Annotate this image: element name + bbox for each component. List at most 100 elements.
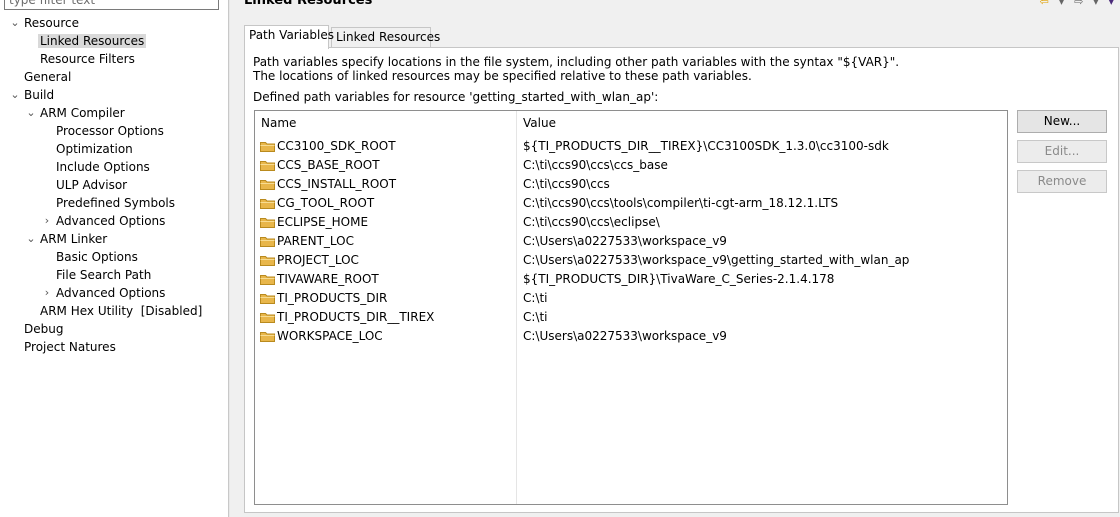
tree-item-basic-options[interactable]: Basic Options	[54, 248, 140, 266]
table-row[interactable]: PROJECT_LOC C:\Users\a0227533\workspace_v…	[255, 251, 1007, 270]
folder-icon	[260, 161, 275, 171]
variable-name: PARENT_LOC	[277, 234, 354, 248]
folder-icon	[260, 180, 275, 190]
variable-name: CCS_BASE_ROOT	[277, 158, 380, 172]
variable-value: C:\Users\a0227533\workspace_v9\getting_s…	[523, 253, 910, 267]
tree-item-general[interactable]: General	[22, 68, 73, 86]
back-arrow-icon[interactable]: ⇦	[1040, 0, 1049, 8]
forward-arrow-icon[interactable]: ⇨	[1074, 0, 1083, 8]
variable-name: TI_PRODUCTS_DIR	[277, 291, 388, 305]
tree-item-label: Project Natures	[24, 340, 116, 354]
page-toolbar: ⇦ ▾ ⇨ ▾ ▾	[1034, 0, 1114, 8]
variable-value: C:\Users\a0227533\workspace_v9	[523, 234, 727, 248]
variable-value: C:\ti\ccs90\ccs	[523, 177, 610, 191]
tree-item-optimization[interactable]: Optimization	[54, 140, 135, 158]
variable-name: WORKSPACE_LOC	[277, 329, 383, 343]
chevron-down-icon[interactable]: ⌄	[8, 14, 22, 32]
table-row[interactable]: CC3100_SDK_ROOT ${TI_PRODUCTS_DIR__TIREX}…	[255, 137, 1007, 156]
tree-item-label: ARM Linker	[40, 232, 108, 246]
tree-item-label: Processor Options	[56, 124, 164, 138]
tree-item-label: General	[24, 70, 72, 84]
tree-item-linked-resources[interactable]: Linked Resources	[38, 32, 147, 50]
table-header: Name Value	[255, 111, 1007, 135]
tree-item-label: Linked Resources	[38, 34, 147, 48]
tab-label: Path Variables	[249, 28, 335, 42]
tree-item-debug[interactable]: Debug	[22, 320, 65, 338]
tree-item-label: Resource Filters	[40, 52, 135, 66]
chevron-down-icon[interactable]: ▾	[1093, 0, 1099, 8]
tab-content: Path variables specify locations in the …	[244, 47, 1119, 513]
tab-linked-resources[interactable]: Linked Resources	[331, 27, 440, 48]
folder-icon	[260, 237, 275, 247]
tree-item-arm-hex-utility[interactable]: ARM Hex Utility [Disabled]	[38, 302, 204, 320]
page-title: Linked Resources	[244, 0, 373, 8]
chevron-down-icon[interactable]: ⌄	[8, 86, 22, 104]
tree-item-include-options[interactable]: Include Options	[54, 158, 152, 176]
variable-name: ECLIPSE_HOME	[277, 215, 369, 229]
variable-name: CCS_INSTALL_ROOT	[277, 177, 397, 191]
tree-item-file-search-path[interactable]: File Search Path	[54, 266, 153, 284]
tree-item-label: ARM Compiler	[40, 106, 125, 120]
chevron-down-icon[interactable]: ⌄	[24, 230, 38, 248]
tree-item-ulp-advisor[interactable]: ULP Advisor	[54, 176, 129, 194]
variable-name: PROJECT_LOC	[277, 253, 359, 267]
tree-item-label: Optimization	[56, 142, 133, 156]
new-button[interactable]: New...	[1017, 110, 1107, 133]
folder-icon	[260, 142, 275, 152]
table-row[interactable]: TIVAWARE_ROOT ${TI_PRODUCTS_DIR}\TivaWare…	[255, 270, 1007, 289]
tree-item-label: Basic Options	[56, 250, 138, 264]
tree-item-label: Debug	[24, 322, 64, 336]
table-row[interactable]: CG_TOOL_ROOT C:\ti\ccs90\ccs\tools\compil…	[255, 194, 1007, 213]
tree-item-resource-filters[interactable]: Resource Filters	[38, 50, 137, 68]
variable-value: C:\Users\a0227533\workspace_v9	[523, 329, 727, 343]
table-row[interactable]: CCS_INSTALL_ROOT C:\ti\ccs90\ccs	[255, 175, 1007, 194]
table-row[interactable]: WORKSPACE_LOC C:\Users\a0227533\workspace…	[255, 327, 1007, 346]
variable-value: ${TI_PRODUCTS_DIR}\TivaWare_C_Series-2.1…	[523, 272, 835, 286]
table-row[interactable]: ECLIPSE_HOME C:\ti\ccs90\ccs\eclipse\	[255, 213, 1007, 232]
description-line: The locations of linked resources may be…	[253, 69, 752, 83]
table-row[interactable]: TI_PRODUCTS_DIR__TIREX C:\ti	[255, 308, 1007, 327]
tree-item-label: Predefined Symbols	[56, 196, 176, 210]
tree-item-processor-options[interactable]: Processor Options	[54, 122, 166, 140]
folder-icon	[260, 218, 275, 228]
folder-icon	[260, 256, 275, 266]
tree-item-predefined-symbols[interactable]: Predefined Symbols	[54, 194, 177, 212]
filter-input[interactable]: type filter text	[4, 0, 219, 10]
table-caption: Defined path variables for resource 'get…	[253, 90, 659, 104]
variable-value: C:\ti	[523, 291, 548, 305]
column-header-value[interactable]: Value	[523, 116, 556, 130]
folder-icon	[260, 275, 275, 285]
folder-icon	[260, 332, 275, 342]
chevron-down-icon[interactable]: ⌄	[24, 104, 38, 122]
property-page: Linked Resources ⇦ ▾ ⇨ ▾ ▾ Path Variable…	[230, 0, 1120, 517]
table-row[interactable]: CCS_BASE_ROOT C:\ti\ccs90\ccs\ccs_base	[255, 156, 1007, 175]
variable-name: TI_PRODUCTS_DIR__TIREX	[277, 310, 435, 324]
description-line: Path variables specify locations in the …	[253, 55, 900, 69]
edit-button[interactable]: Edit...	[1017, 140, 1107, 163]
variable-name: CC3100_SDK_ROOT	[277, 139, 396, 153]
folder-icon	[260, 313, 275, 323]
table-row[interactable]: PARENT_LOC C:\Users\a0227533\workspace_v9	[255, 232, 1007, 251]
view-menu-icon[interactable]: ▾	[1108, 0, 1114, 8]
variable-value: ${TI_PRODUCTS_DIR__TIREX}\CC3100SDK_1.3.…	[523, 139, 889, 153]
tree-item-label: Resource	[24, 16, 80, 30]
chevron-down-icon[interactable]: ▾	[1059, 0, 1065, 8]
folder-icon	[260, 294, 275, 304]
tab-path-variables[interactable]: Path Variables	[244, 25, 334, 49]
chevron-right-icon[interactable]: ›	[40, 284, 54, 302]
column-header-name[interactable]: Name	[261, 116, 296, 130]
chevron-right-icon[interactable]: ›	[40, 212, 54, 230]
tree-item-label: ULP Advisor	[56, 178, 128, 192]
folder-icon	[260, 199, 275, 209]
path-variables-table[interactable]: Name Value CC3100_SDK_ROOT ${TI_PRODUCTS_…	[254, 110, 1008, 505]
remove-button[interactable]: Remove	[1017, 170, 1107, 193]
tree-item-label: Build	[24, 88, 55, 102]
tree-item-project-natures[interactable]: Project Natures	[22, 338, 118, 356]
table-row[interactable]: TI_PRODUCTS_DIR C:\ti	[255, 289, 1007, 308]
variable-value: C:\ti	[523, 310, 548, 324]
variable-value: C:\ti\ccs90\ccs\eclipse\	[523, 215, 660, 229]
tree-item-label: Include Options	[56, 160, 150, 174]
tree-item-label: ARM Hex Utility [Disabled]	[40, 304, 203, 318]
variable-value: C:\ti\ccs90\ccs\tools\compiler\ti-cgt-ar…	[523, 196, 839, 210]
variable-name: CG_TOOL_ROOT	[277, 196, 375, 210]
